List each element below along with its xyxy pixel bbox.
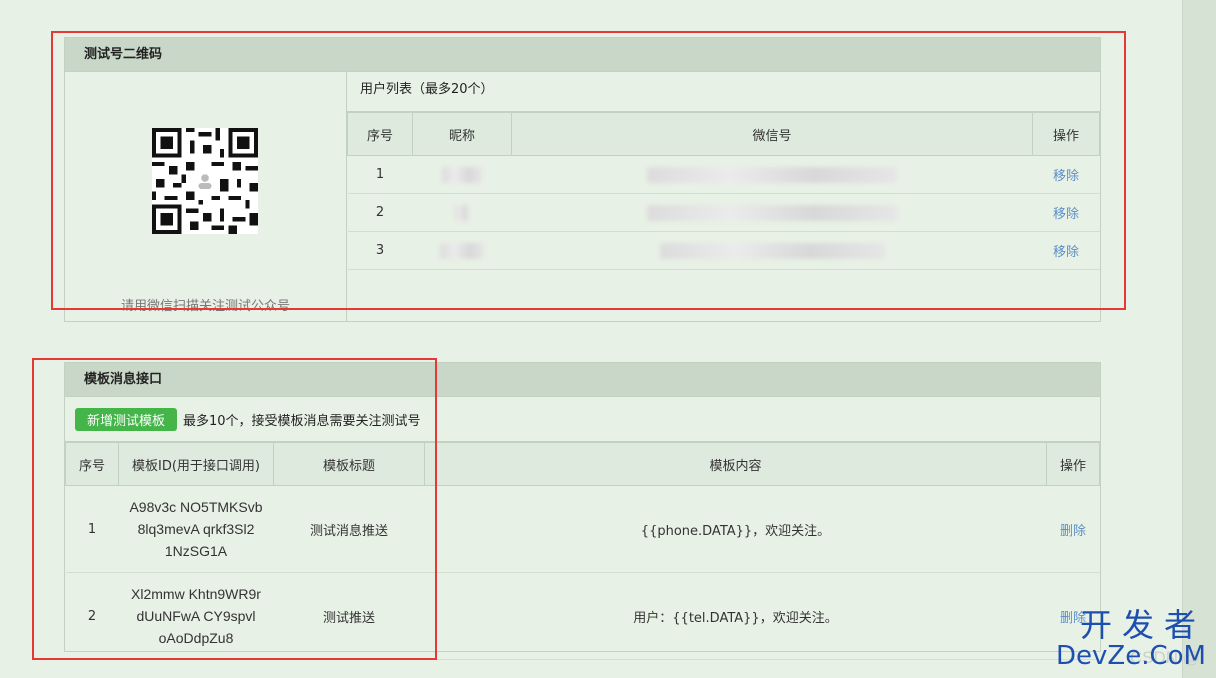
watermark-line2: DevZe.CoM <box>1056 641 1206 671</box>
template-id-line: 1NzSG1A <box>164 543 228 559</box>
col-index: 序号 <box>65 442 119 486</box>
test-qrcode-panel: 测试号二维码 请用微信扫描关注测试公众号 用户列表（最多20个） 序号 昵称 微… <box>64 37 1101 322</box>
template-title: 测试消息推送 <box>273 485 425 573</box>
template-content: {{phone.DATA}}，欢迎关注。 <box>424 485 1047 573</box>
table-row: 1 移除 <box>347 155 1100 194</box>
remove-user-link[interactable]: 移除 <box>1053 207 1079 222</box>
col-template-id: 模板ID(用于接口调用) <box>118 442 274 486</box>
delete-template-link[interactable]: 删除 <box>1060 524 1086 539</box>
qrcode-caption: 请用微信扫描关注测试公众号 <box>120 299 290 314</box>
template-id: Xl2mmw Khtn9WR9r dUuNFwA CY9spvl oAoDdpZ… <box>118 572 274 660</box>
template-id-line: dUuNFwA CY9spvl <box>136 608 256 624</box>
col-index: 序号 <box>347 112 413 156</box>
template-id-line: A98v3c NO5TMKSvb <box>129 499 263 515</box>
template-title: 测试推送 <box>273 572 425 660</box>
row-index: 2 <box>65 572 119 660</box>
wechat-id-redacted <box>511 155 1033 194</box>
user-list: 用户列表（最多20个） 序号 昵称 微信号 操作 1 移除 2 移除 3 移除 <box>347 71 1100 270</box>
col-action: 操作 <box>1032 112 1100 156</box>
nickname-redacted <box>412 155 512 194</box>
col-action: 操作 <box>1046 442 1100 486</box>
qrcode-area: 请用微信扫描关注测试公众号 <box>65 71 347 321</box>
nickname-redacted <box>412 193 512 232</box>
scrollbar-track[interactable] <box>1182 0 1216 678</box>
row-index: 1 <box>65 485 119 573</box>
qrcode-image <box>152 128 258 234</box>
template-id-line: 8lq3mevA qrkf3Sl2 <box>137 521 255 537</box>
template-table: 序号 模板ID(用于接口调用) 模板标题 模板内容 操作 1 A98v3c NO… <box>65 442 1100 660</box>
row-index: 1 <box>347 155 413 194</box>
watermark-line1: 开发者 <box>1079 606 1206 644</box>
table-row: 1 A98v3c NO5TMKSvb 8lq3mevA qrkf3Sl2 1Nz… <box>65 485 1100 573</box>
row-index: 2 <box>347 193 413 232</box>
remove-user-link[interactable]: 移除 <box>1053 245 1079 260</box>
user-table: 序号 昵称 微信号 操作 1 移除 2 移除 3 移除 <box>347 112 1100 270</box>
table-row: 2 Xl2mmw Khtn9WR9r dUuNFwA CY9spvl oAoDd… <box>65 572 1100 660</box>
add-template-button[interactable]: 新增测试模板 <box>75 407 178 431</box>
template-content: 用户：{{tel.DATA}}，欢迎关注。 <box>424 572 1047 660</box>
template-toolbar: 新增测试模板 最多10个，接受模板消息需要关注测试号 <box>65 397 1100 442</box>
site-watermark: 开发者 DevZe.CoM <box>1056 608 1206 670</box>
template-id-line: Xl2mmw Khtn9WR9r <box>131 586 261 602</box>
template-limit-note: 最多10个，接受模板消息需要关注测试号 <box>183 413 421 429</box>
user-table-header: 序号 昵称 微信号 操作 <box>347 112 1100 156</box>
template-panel-title: 模板消息接口 <box>65 363 1100 397</box>
table-row: 3 移除 <box>347 231 1100 270</box>
col-template-title: 模板标题 <box>273 442 425 486</box>
template-table-header: 序号 模板ID(用于接口调用) 模板标题 模板内容 操作 <box>65 442 1100 486</box>
wechat-id-redacted <box>511 231 1033 270</box>
template-message-panel: 模板消息接口 新增测试模板 最多10个，接受模板消息需要关注测试号 序号 模板I… <box>64 362 1101 660</box>
user-list-title: 用户列表（最多20个） <box>347 71 1100 112</box>
wechat-id-redacted <box>511 193 1033 232</box>
col-nickname: 昵称 <box>412 112 512 156</box>
row-index: 3 <box>347 231 413 270</box>
col-wechat-id: 微信号 <box>511 112 1033 156</box>
col-template-content: 模板内容 <box>424 442 1047 486</box>
qrcode-panel-title: 测试号二维码 <box>65 38 1100 72</box>
template-id: A98v3c NO5TMKSvb 8lq3mevA qrkf3Sl2 1NzSG… <box>118 485 274 573</box>
nickname-redacted <box>412 231 512 270</box>
remove-user-link[interactable]: 移除 <box>1053 169 1079 184</box>
template-id-line: oAoDdpZu8 <box>158 630 234 646</box>
table-row: 2 移除 <box>347 193 1100 232</box>
